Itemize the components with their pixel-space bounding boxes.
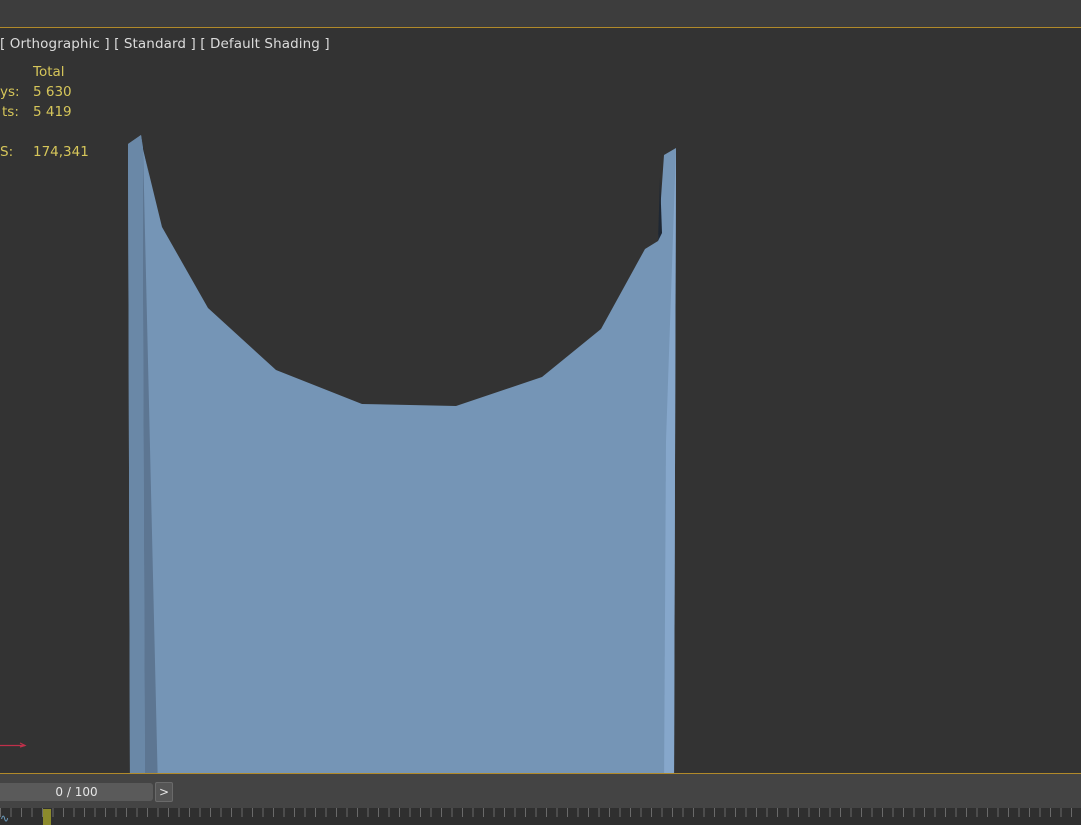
viewport-orthographic[interactable]: [ Orthographic ] [ Standard ] [ Default … bbox=[0, 27, 1081, 774]
stats-label-polys: ys: bbox=[0, 84, 20, 100]
stats-header-row: Total bbox=[0, 62, 120, 82]
stats-row-verts: ts: 5 419 bbox=[0, 102, 120, 122]
track-bar[interactable] bbox=[0, 808, 1081, 825]
stats-label-verts: ts: bbox=[2, 104, 19, 120]
mesh-front-face bbox=[128, 135, 676, 773]
mesh-geometry[interactable] bbox=[0, 27, 1081, 774]
stats-value-polys: 5 630 bbox=[33, 84, 72, 100]
viewport-statistics: Total ys: 5 630 ts: 5 419 S: 174,341 bbox=[0, 62, 120, 162]
stats-value-fps: 174,341 bbox=[33, 144, 89, 160]
viewport-label-shading[interactable]: [ Default Shading ] bbox=[200, 36, 329, 52]
curve-editor-icon[interactable]: ∿ bbox=[0, 812, 18, 825]
stats-row-fps: S: 174,341 bbox=[0, 142, 120, 162]
playhead-marker[interactable] bbox=[43, 809, 51, 825]
viewport-label-projection[interactable]: [ Orthographic ] bbox=[0, 36, 110, 52]
stats-value-verts: 5 419 bbox=[33, 104, 72, 120]
viewport-label-mode[interactable]: [ Standard ] bbox=[114, 36, 196, 52]
toolbar-strip bbox=[0, 0, 1081, 27]
mesh-left-edge-highlight bbox=[128, 135, 145, 773]
next-frame-button[interactable]: > bbox=[155, 782, 173, 802]
viewport-label: [ Orthographic ] [ Standard ] [ Default … bbox=[0, 36, 330, 52]
axis-tripod-icon bbox=[0, 742, 27, 748]
stats-label-fps: S: bbox=[0, 144, 14, 160]
time-slider-bar: 0 / 100 > bbox=[0, 774, 1081, 808]
app-window: [ Orthographic ] [ Standard ] [ Default … bbox=[0, 0, 1081, 825]
stats-row-polys: ys: 5 630 bbox=[0, 82, 120, 102]
stats-total-header: Total bbox=[33, 64, 65, 80]
time-slider[interactable]: 0 / 100 bbox=[0, 783, 153, 801]
